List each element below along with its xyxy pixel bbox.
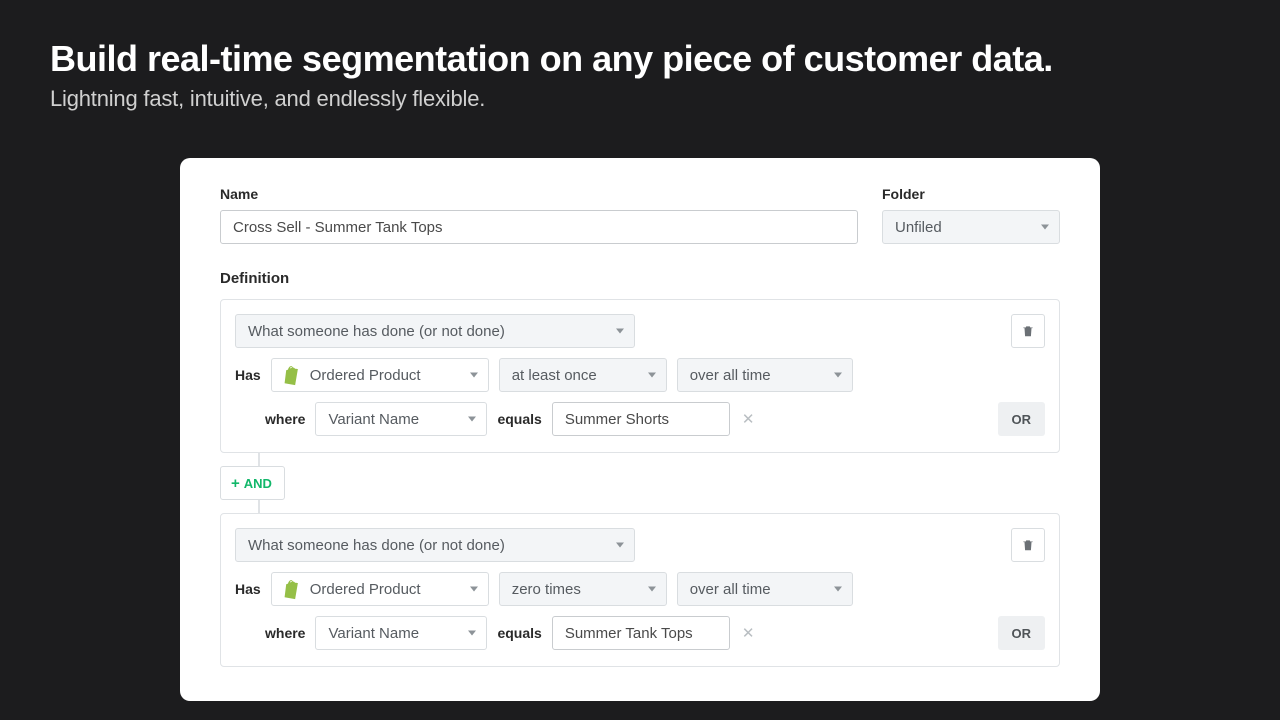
rule-block: What someone has done (or not done) Has …: [220, 299, 1060, 453]
clear-filter-icon[interactable]: ✕: [740, 410, 757, 428]
frequency-select[interactable]: zero times: [499, 572, 667, 606]
segment-name-input[interactable]: [220, 210, 858, 244]
page-headline: Build real-time segmentation on any piec…: [50, 38, 1230, 80]
timeframe-value: over all time: [690, 367, 771, 384]
trash-icon: [1021, 324, 1035, 338]
chevron-down-icon: [470, 587, 478, 592]
delete-rule-button[interactable]: [1011, 528, 1045, 562]
timeframe-select[interactable]: over all time: [677, 572, 853, 606]
metric-select[interactable]: Ordered Product: [271, 572, 489, 606]
segment-builder-card: Name Folder Unfiled Definition What some…: [180, 158, 1100, 701]
clear-filter-icon[interactable]: ✕: [740, 624, 757, 642]
add-and-button[interactable]: + AND: [220, 466, 285, 500]
where-token: where: [265, 625, 305, 641]
or-button[interactable]: OR: [998, 402, 1046, 436]
filter-value-input[interactable]: [552, 402, 730, 436]
filter-field-select[interactable]: Variant Name: [315, 402, 487, 436]
equals-token: equals: [497, 625, 541, 641]
frequency-value: at least once: [512, 367, 597, 384]
chevron-down-icon: [468, 631, 476, 636]
chevron-down-icon: [616, 329, 624, 334]
delete-rule-button[interactable]: [1011, 314, 1045, 348]
chevron-down-icon: [648, 587, 656, 592]
filter-value-input[interactable]: [552, 616, 730, 650]
chevron-down-icon: [834, 587, 842, 592]
chevron-down-icon: [648, 373, 656, 378]
filter-field-select[interactable]: Variant Name: [315, 616, 487, 650]
metric-value: Ordered Product: [310, 581, 421, 598]
rule-block: What someone has done (or not done) Has …: [220, 513, 1060, 667]
rule-type-select[interactable]: What someone has done (or not done): [235, 314, 635, 348]
page-subhead: Lightning fast, intuitive, and endlessly…: [50, 86, 1230, 112]
has-token: Has: [235, 367, 261, 383]
folder-select[interactable]: Unfiled: [882, 210, 1060, 244]
filter-field-value: Variant Name: [328, 625, 419, 642]
rule-type-value: What someone has done (or not done): [248, 323, 505, 340]
timeframe-value: over all time: [690, 581, 771, 598]
metric-value: Ordered Product: [310, 367, 421, 384]
frequency-value: zero times: [512, 581, 581, 598]
where-token: where: [265, 411, 305, 427]
chevron-down-icon: [470, 373, 478, 378]
name-label: Name: [220, 186, 858, 202]
chevron-down-icon: [1041, 225, 1049, 230]
plus-icon: +: [231, 476, 240, 491]
filter-field-value: Variant Name: [328, 411, 419, 428]
trash-icon: [1021, 538, 1035, 552]
and-connector: + AND: [258, 453, 1060, 513]
or-button[interactable]: OR: [998, 616, 1046, 650]
and-label: AND: [244, 476, 272, 491]
shopify-icon: [280, 578, 302, 600]
definition-label: Definition: [220, 270, 1060, 287]
folder-select-value: Unfiled: [895, 219, 942, 236]
rule-type-select[interactable]: What someone has done (or not done): [235, 528, 635, 562]
chevron-down-icon: [468, 417, 476, 422]
folder-label: Folder: [882, 186, 1060, 202]
timeframe-select[interactable]: over all time: [677, 358, 853, 392]
equals-token: equals: [497, 411, 541, 427]
rule-type-value: What someone has done (or not done): [248, 537, 505, 554]
shopify-icon: [280, 364, 302, 386]
has-token: Has: [235, 581, 261, 597]
metric-select[interactable]: Ordered Product: [271, 358, 489, 392]
frequency-select[interactable]: at least once: [499, 358, 667, 392]
chevron-down-icon: [616, 543, 624, 548]
chevron-down-icon: [834, 373, 842, 378]
